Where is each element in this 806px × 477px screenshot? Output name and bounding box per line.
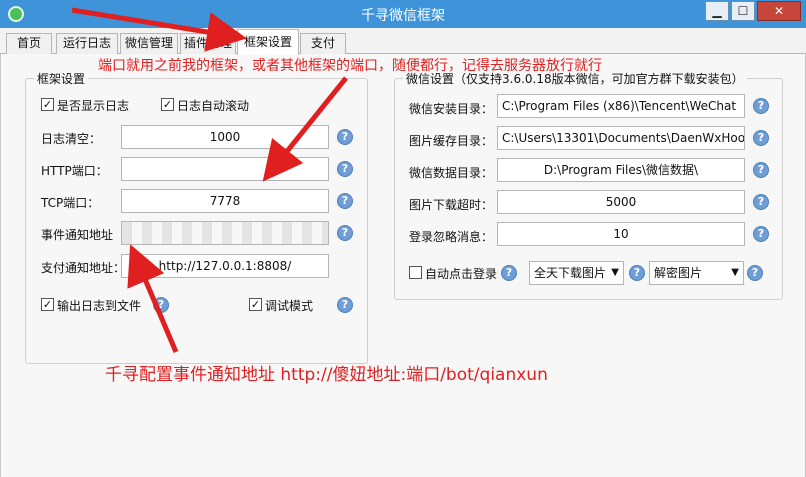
- log-clear-label: 日志清空：: [41, 132, 102, 146]
- show-log-checkbox[interactable]: ✓: [41, 98, 54, 111]
- tab-payment[interactable]: 支付: [300, 33, 346, 54]
- event-url-input[interactable]: [121, 221, 329, 245]
- help-icon[interactable]: ?: [629, 265, 645, 281]
- auto-scroll-checkbox[interactable]: ✓: [161, 98, 174, 111]
- pay-url-input[interactable]: http://127.0.0.1:8808/: [121, 254, 329, 278]
- annotation-event-url-note: 千寻配置事件通知地址 http://傻妞地址:端口/bot/qianxun: [105, 365, 548, 385]
- minimize-button[interactable]: ▁: [705, 1, 729, 21]
- help-icon[interactable]: ?: [153, 297, 169, 313]
- help-icon[interactable]: ?: [501, 265, 517, 281]
- pay-url-label: 支付通知地址：: [41, 261, 126, 275]
- download-timeout-label: 图片下载超时：: [409, 198, 494, 212]
- image-cache-dir-label: 图片缓存目录：: [409, 134, 494, 148]
- chevron-down-icon: ▼: [731, 267, 739, 278]
- auto-scroll-label: 日志自动滚动: [177, 99, 250, 113]
- tab-home[interactable]: 首页: [6, 33, 52, 54]
- decrypt-mode-select[interactable]: 解密图片 ▼: [649, 261, 744, 285]
- maximize-button[interactable]: ☐: [731, 1, 755, 21]
- window-title: 千寻微信框架: [361, 8, 445, 24]
- login-ignore-input[interactable]: 10: [497, 222, 745, 246]
- event-url-label: 事件通知地址: [41, 228, 114, 242]
- framework-group-title: 框架设置: [34, 70, 89, 87]
- tab-framework-settings[interactable]: 框架设置: [237, 29, 299, 55]
- image-cache-dir-input[interactable]: C:\Users\13301\Documents\DaenWxHook: [497, 126, 745, 150]
- tab-run-log[interactable]: 运行日志: [56, 33, 118, 54]
- decrypt-mode-value: 解密图片: [654, 266, 703, 280]
- download-timeout-input[interactable]: 5000: [497, 190, 745, 214]
- tab-plugin-manage[interactable]: 插件管理: [180, 33, 236, 54]
- install-dir-input[interactable]: C:\Program Files (x86)\Tencent\WeChat: [497, 94, 745, 118]
- show-log-label: 是否显示日志: [57, 99, 130, 113]
- help-icon[interactable]: ?: [337, 225, 353, 241]
- data-dir-label: 微信数据目录：: [409, 166, 494, 180]
- tab-wechat-manage[interactable]: 微信管理: [120, 33, 178, 54]
- title-bar: 千寻微信框架 ▁ ☐ ✕: [0, 0, 806, 28]
- close-button[interactable]: ✕: [757, 1, 801, 21]
- help-icon[interactable]: ?: [337, 297, 353, 313]
- install-dir-label: 微信安装目录：: [409, 102, 494, 116]
- data-dir-input[interactable]: D:\Program Files\微信数据\: [497, 158, 745, 182]
- http-port-label: HTTP端口：: [41, 164, 108, 178]
- help-icon[interactable]: ?: [753, 98, 769, 114]
- download-mode-select[interactable]: 全天下载图片 ▼: [529, 261, 624, 285]
- annotation-port-note: 端口就用之前我的框架，或者其他框架的端口，随便都行，记得去服务器放行就行: [98, 58, 602, 74]
- debug-mode-checkbox[interactable]: ✓: [249, 298, 262, 311]
- help-icon[interactable]: ?: [747, 265, 763, 281]
- debug-mode-label: 调试模式: [265, 299, 314, 313]
- help-icon[interactable]: ?: [753, 226, 769, 242]
- download-mode-value: 全天下载图片: [534, 266, 607, 280]
- tcp-port-label: TCP端口：: [41, 196, 100, 210]
- help-icon[interactable]: ?: [753, 162, 769, 178]
- help-icon[interactable]: ?: [337, 161, 353, 177]
- http-port-input[interactable]: [121, 157, 329, 181]
- help-icon[interactable]: ?: [337, 129, 353, 145]
- help-icon[interactable]: ?: [753, 130, 769, 146]
- auto-login-label: 自动点击登录: [425, 267, 498, 281]
- help-icon[interactable]: ?: [337, 193, 353, 209]
- login-ignore-label: 登录忽略消息：: [409, 230, 494, 244]
- log-clear-input[interactable]: 1000: [121, 125, 329, 149]
- log-to-file-label: 输出日志到文件: [57, 299, 142, 313]
- log-to-file-checkbox[interactable]: ✓: [41, 298, 54, 311]
- help-icon[interactable]: ?: [753, 194, 769, 210]
- chevron-down-icon: ▼: [611, 267, 619, 278]
- tcp-port-input[interactable]: 7778: [121, 189, 329, 213]
- tab-strip: 首页 运行日志 微信管理 插件管理 框架设置 支付: [0, 28, 806, 55]
- auto-login-checkbox[interactable]: [409, 266, 422, 279]
- settings-panel: 框架设置 ✓ 是否显示日志 ✓ 日志自动滚动 日志清空： 1000 ? HTTP…: [0, 54, 806, 477]
